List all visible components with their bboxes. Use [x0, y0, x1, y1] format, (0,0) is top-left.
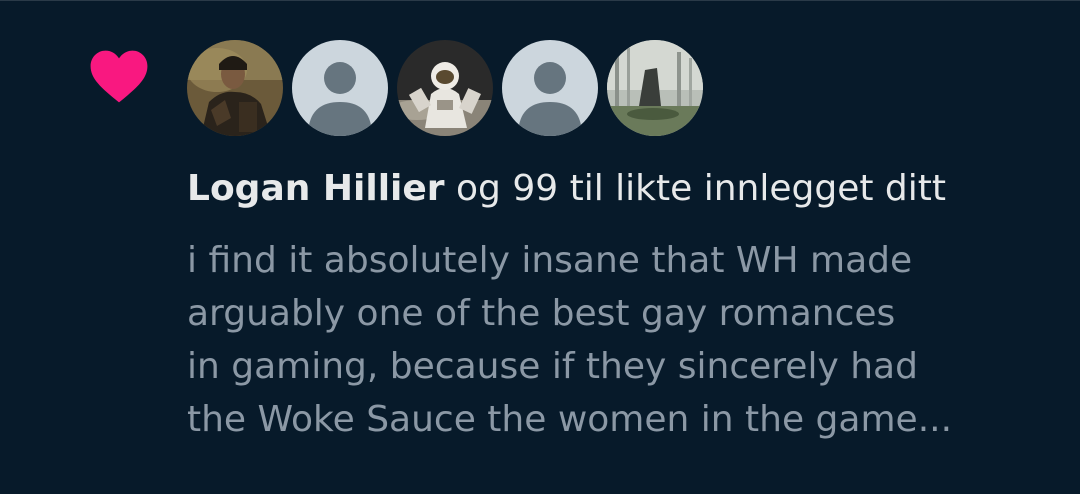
- avatar[interactable]: [607, 40, 703, 136]
- heart-icon: [88, 47, 150, 105]
- avatar[interactable]: [397, 40, 493, 136]
- avatar-default-icon[interactable]: [502, 40, 598, 136]
- action-text: og 99 til likte innlegget ditt: [444, 168, 946, 209]
- avatar[interactable]: [187, 40, 283, 136]
- notification-headline: Logan Hillier og 99 til likte innlegget …: [187, 164, 946, 214]
- avatar-default-icon[interactable]: [292, 40, 388, 136]
- like-notification[interactable]: Logan Hillier og 99 til likte innlegget …: [0, 0, 1080, 494]
- post-excerpt[interactable]: i find it absolutely insane that WH made…: [187, 234, 1047, 446]
- actor-name-link[interactable]: Logan Hillier: [187, 168, 445, 209]
- liker-avatars: [187, 40, 703, 136]
